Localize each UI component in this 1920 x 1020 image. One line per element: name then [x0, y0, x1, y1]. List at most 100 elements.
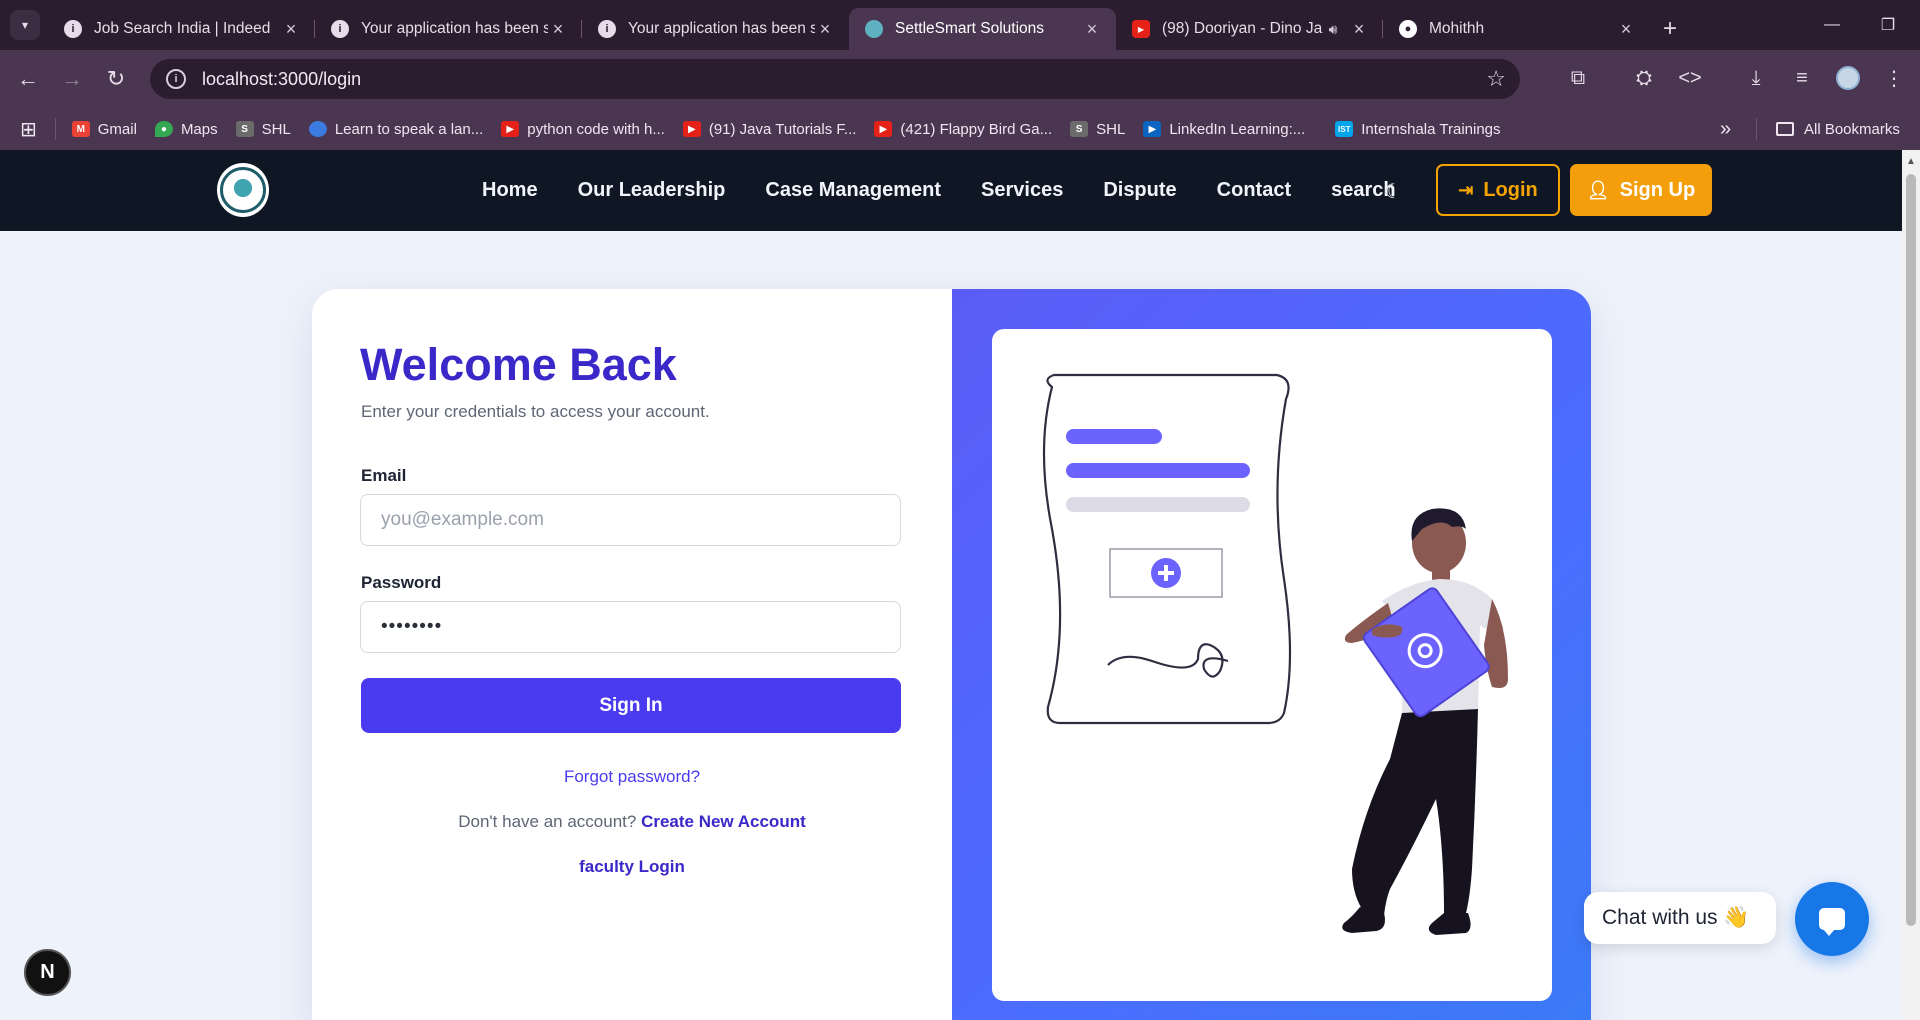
create-account-link[interactable]: Create New Account: [641, 812, 806, 831]
site-info-icon[interactable]: i: [166, 69, 186, 89]
login-label: Login: [1483, 178, 1538, 201]
all-bookmarks-label: All Bookmarks: [1804, 120, 1900, 138]
close-icon[interactable]: ×: [548, 19, 568, 40]
restore-icon[interactable]: ❐: [1860, 0, 1916, 50]
apps-grid-icon[interactable]: ⊞: [20, 117, 37, 142]
nav-dispute[interactable]: Dispute: [1103, 179, 1176, 202]
signup-label: Sign Up: [1619, 178, 1696, 201]
nav-login-button[interactable]: ⇥ Login: [1436, 164, 1560, 216]
youtube-icon: ▶: [501, 121, 520, 137]
browser-tab[interactable]: i Job Search India | Indeed ×: [48, 8, 315, 50]
faculty-login-link[interactable]: faculty Login: [579, 857, 685, 876]
page-title: Welcome Back: [360, 339, 677, 390]
media-queue-icon[interactable]: ≡: [1784, 60, 1820, 96]
incognito-icon[interactable]: ⛭: [1626, 60, 1662, 96]
extensions-icon[interactable]: ⧉: [1560, 60, 1596, 96]
bookmark-label: Internshala Trainings: [1361, 120, 1501, 138]
minimize-icon[interactable]: —: [1804, 0, 1860, 50]
devtools-code-icon[interactable]: <>: [1672, 60, 1708, 96]
kebab-menu-icon[interactable]: ⋮: [1876, 60, 1912, 96]
main-menu: Home Our Leadership Case Management Serv…: [482, 150, 1436, 231]
github-icon: ●: [1399, 20, 1417, 38]
shl-icon: S: [235, 121, 254, 137]
internshala-icon: IST: [1335, 121, 1354, 137]
scroll-up-icon[interactable]: ▲: [1906, 156, 1916, 167]
back-icon[interactable]: ←: [6, 59, 50, 99]
bookmark-label: (91) Java Tutorials F...: [708, 120, 857, 138]
browser-tab[interactable]: ● Mohithh ×: [1383, 8, 1650, 50]
bookmark-youtube[interactable]: ▶ python code with h...: [501, 121, 665, 138]
bookmark-youtube[interactable]: ▶ (91) Java Tutorials F...: [682, 120, 857, 138]
all-bookmarks-button[interactable]: All Bookmarks: [1776, 121, 1900, 138]
info-icon: i: [331, 20, 349, 38]
youtube-icon: ▶: [874, 121, 893, 137]
bookmark-youtube[interactable]: ▶ (421) Flappy Bird Ga...: [874, 121, 1052, 138]
chat-launcher-button[interactable]: [1795, 882, 1869, 956]
browser-tab-active[interactable]: SettleSmart Solutions ×: [849, 8, 1116, 50]
nav-case-management[interactable]: Case Management: [765, 179, 941, 202]
scrollbar-thumb[interactable]: [1906, 174, 1916, 926]
login-form-panel: Welcome Back Enter your credentials to a…: [312, 289, 952, 1020]
nav-contact[interactable]: Contact: [1217, 179, 1291, 202]
illustration-frame: [992, 329, 1552, 1001]
reload-icon[interactable]: ↻: [94, 59, 138, 99]
url-bar[interactable]: i localhost:3000/login ☆: [150, 59, 1520, 99]
bookmark-star-icon[interactable]: ☆: [1486, 66, 1506, 92]
folder-icon: [1776, 122, 1794, 136]
duolingo-icon: [308, 121, 327, 137]
forward-icon[interactable]: →: [50, 59, 94, 99]
page-subtitle: Enter your credentials to access your ac…: [361, 402, 710, 421]
bookmark-label: SHL: [261, 120, 291, 138]
bookmark-internshala[interactable]: IST Internshala Trainings: [1335, 120, 1501, 138]
forgot-password-link[interactable]: Forgot password?: [564, 767, 700, 786]
info-icon: i: [64, 20, 82, 38]
close-icon[interactable]: ×: [815, 19, 835, 40]
url-text: localhost:3000/login: [202, 68, 362, 89]
password-label: Password: [361, 573, 442, 592]
illustration-panel: [952, 289, 1591, 1020]
chat-with-us-bubble[interactable]: Chat with us 👋: [1584, 892, 1776, 944]
new-tab-button[interactable]: +: [1650, 8, 1690, 50]
bookmark-label: Learn to speak a lan...: [334, 120, 484, 138]
sign-in-button[interactable]: Sign In: [361, 678, 901, 733]
bookmark-linkedin-learning[interactable]: ▶ LinkedIn Learning:...: [1143, 121, 1305, 138]
bookmark-label: LinkedIn Learning:...: [1169, 120, 1306, 138]
speaker-icon[interactable]: 🔊︎: [1323, 21, 1343, 38]
bookmark-shl[interactable]: S SHL: [1070, 121, 1125, 138]
bookmark-duolingo[interactable]: Learn to speak a lan...: [308, 120, 484, 138]
youtube-icon: ▶: [682, 121, 701, 137]
close-icon[interactable]: ×: [1616, 19, 1636, 40]
browser-tab[interactable]: i Your application has been s ×: [315, 8, 582, 50]
avatar[interactable]: [1830, 60, 1866, 96]
nav-our-leadership[interactable]: Our Leadership: [578, 179, 726, 202]
nav-services[interactable]: Services: [981, 179, 1063, 202]
bookmark-gmail[interactable]: M Gmail: [71, 121, 137, 138]
more-bookmarks-icon[interactable]: »: [1720, 118, 1731, 141]
gmail-icon: M: [71, 121, 90, 137]
browser-tab[interactable]: ▶ (98) Dooriyan - Dino Ja 🔊︎ ×: [1116, 8, 1383, 50]
download-icon[interactable]: ⤓: [1738, 60, 1774, 96]
nav-home[interactable]: Home: [482, 179, 538, 202]
nextjs-dev-badge[interactable]: N: [24, 949, 71, 996]
bookmark-maps[interactable]: ● Maps: [154, 121, 218, 138]
close-icon[interactable]: ×: [1349, 19, 1369, 40]
dark-mode-moon-icon[interactable]: ☾: [1382, 180, 1404, 203]
password-field[interactable]: [360, 601, 901, 653]
close-icon[interactable]: ×: [1082, 19, 1102, 40]
bookmark-label: (421) Flappy Bird Ga...: [900, 120, 1053, 138]
tab-search-button[interactable]: ▾: [10, 10, 40, 40]
close-icon[interactable]: ×: [281, 19, 301, 40]
handshake-logo-icon: [220, 167, 266, 213]
bookmark-divider: [54, 118, 56, 140]
bookmark-divider: [1756, 118, 1757, 140]
page-scrollbar[interactable]: ▲: [1902, 150, 1920, 1020]
bookmark-label: python code with h...: [527, 120, 665, 138]
email-field[interactable]: [360, 494, 901, 546]
tab-title: Mohithh: [1429, 20, 1485, 37]
site-logo-icon: [865, 20, 883, 38]
browser-tab[interactable]: i Your application has been s ×: [582, 8, 849, 50]
tab-title: (98) Dooriyan - Dino Ja: [1162, 20, 1323, 37]
site-logo[interactable]: [214, 160, 272, 220]
bookmark-shl[interactable]: S SHL: [235, 120, 291, 138]
nav-signup-button[interactable]: 👤︎ Sign Up: [1570, 164, 1712, 216]
